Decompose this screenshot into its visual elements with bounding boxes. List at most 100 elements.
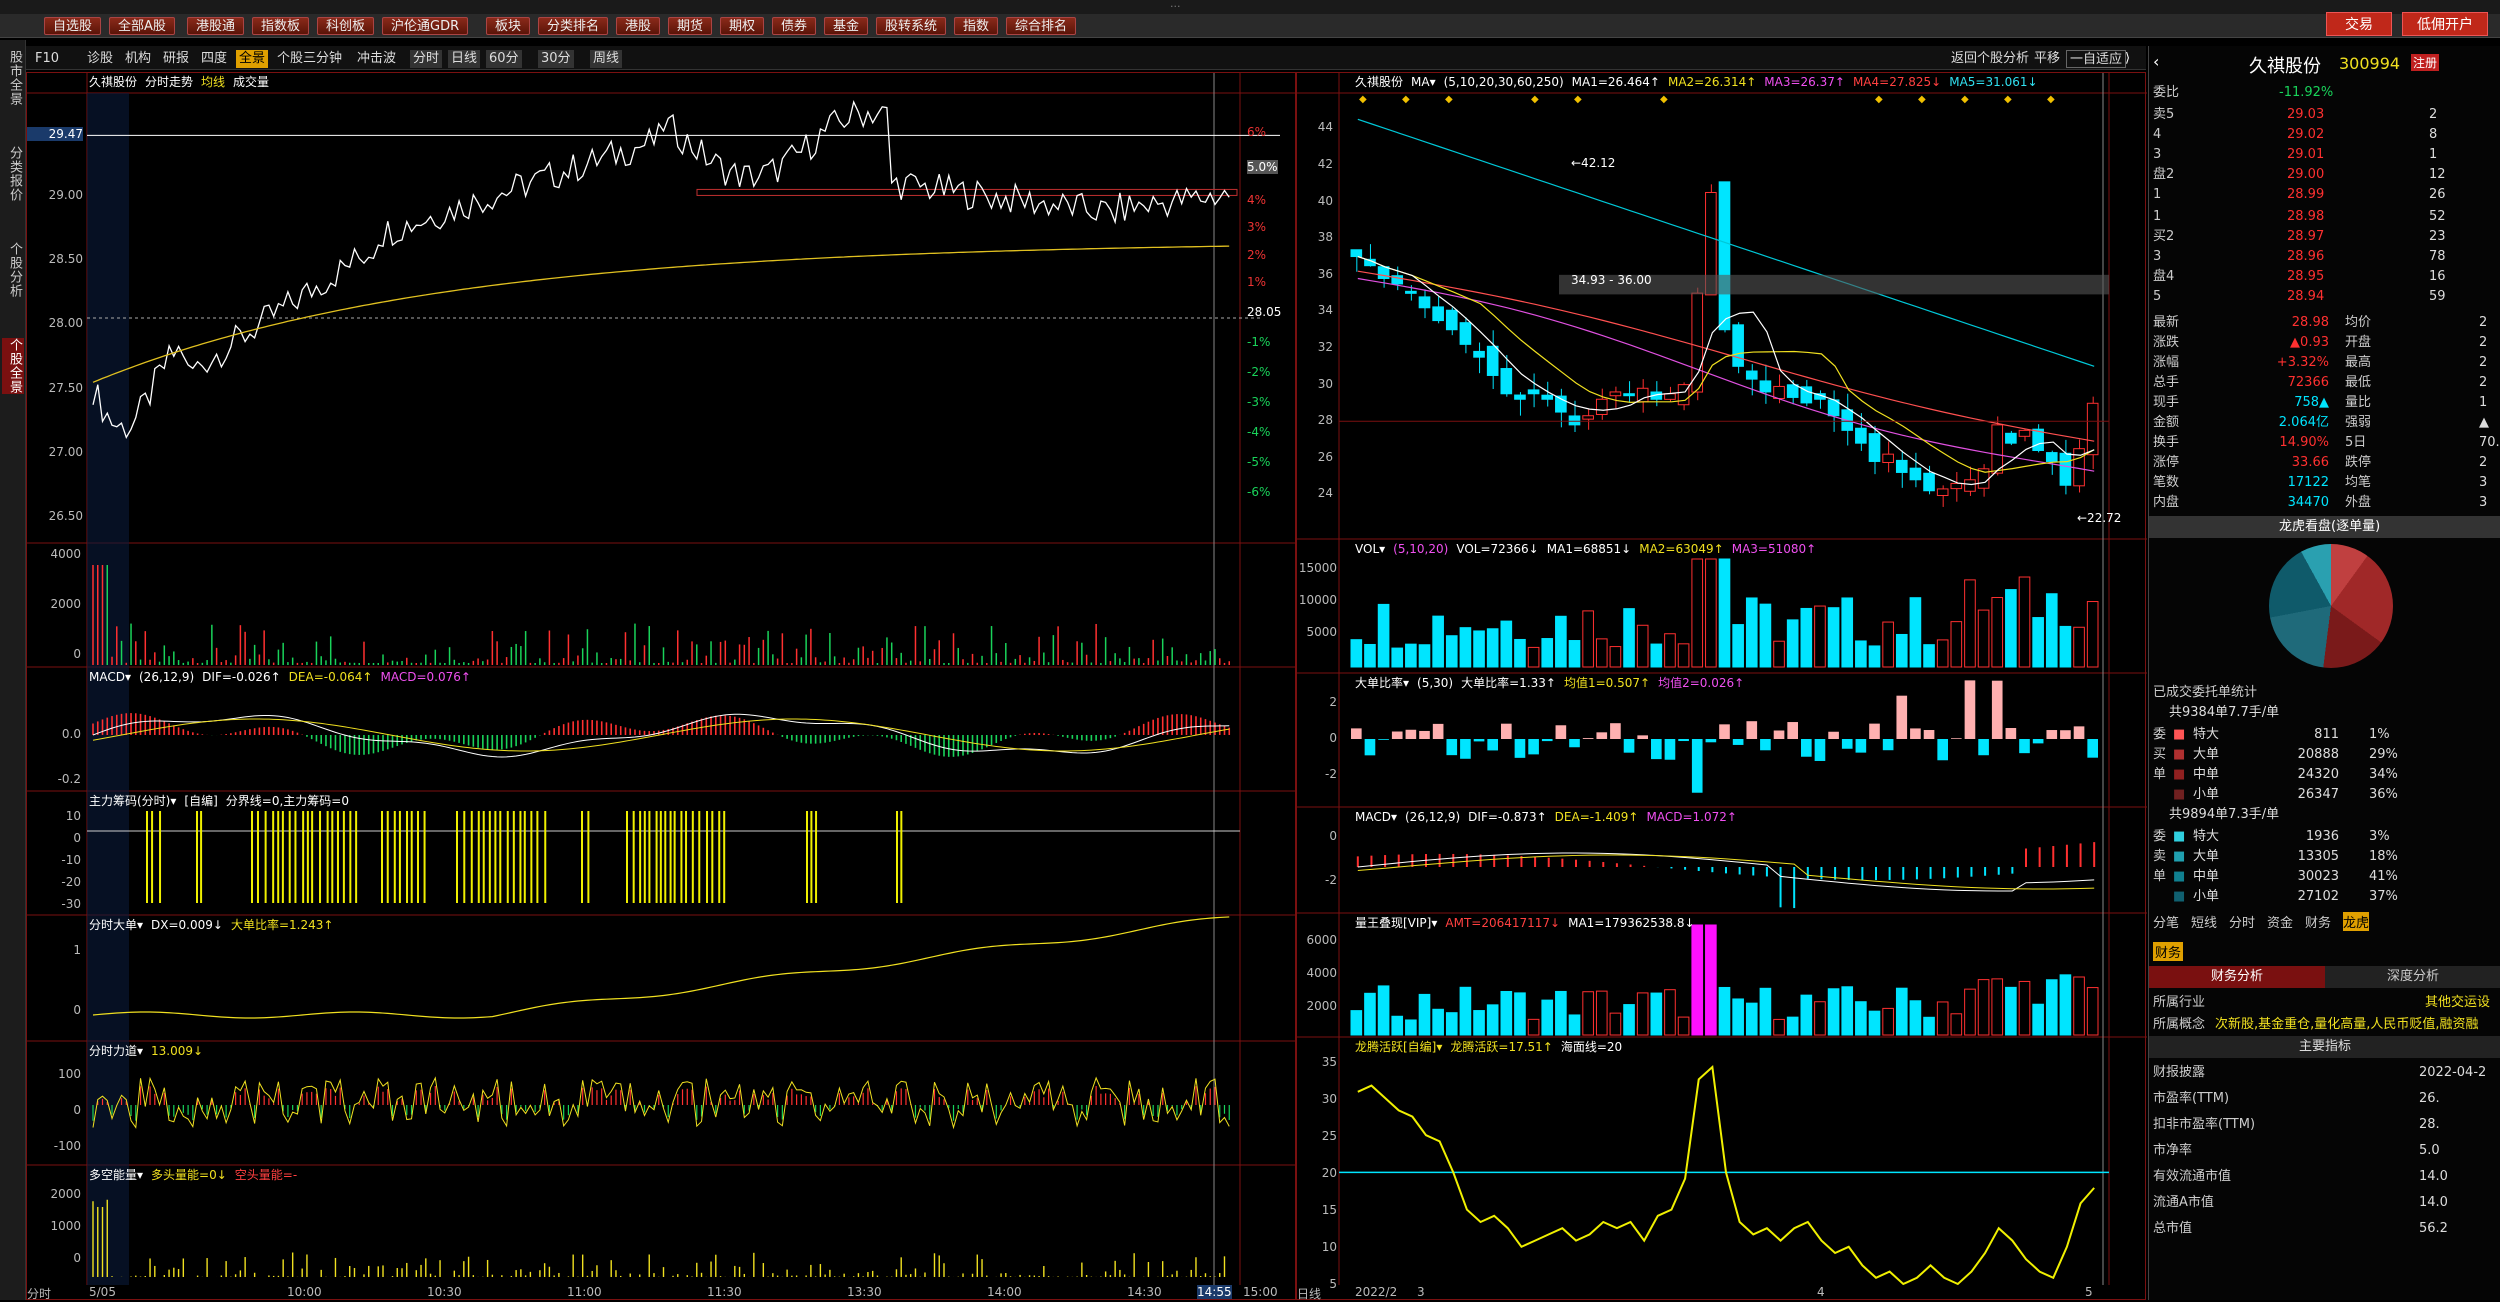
signal-icon: ◆ bbox=[2004, 94, 2012, 105]
k-vol-bar bbox=[1623, 608, 1635, 668]
stock-code: 300994 bbox=[2339, 54, 2401, 73]
menu-item-3[interactable]: 指数板 bbox=[252, 17, 310, 35]
menu-item-0[interactable]: 自选股 bbox=[44, 17, 102, 35]
toolbar-item-2[interactable]: 机构 bbox=[122, 50, 154, 68]
menu-item-2[interactable]: 港股通 bbox=[187, 17, 245, 35]
toolbar-item-4[interactable]: 四度 bbox=[198, 50, 230, 68]
collapse-icon[interactable]: ⟩ bbox=[2122, 50, 2133, 68]
stat-value: 72366 bbox=[2287, 375, 2329, 390]
candle-body bbox=[1541, 394, 1554, 400]
toolbar-item-7[interactable]: 冲击波 bbox=[354, 50, 399, 68]
candle-body bbox=[1636, 387, 1649, 403]
stat-label: 金额 bbox=[2153, 415, 2180, 430]
menu-item-12[interactable]: 基金 bbox=[824, 17, 869, 35]
buy-type: 中单 bbox=[2193, 767, 2220, 782]
auto-fit-select[interactable]: 一自适应 bbox=[2066, 50, 2127, 68]
trade-button[interactable]: 交易 bbox=[2326, 12, 2392, 36]
fin-subtab-1[interactable]: 深度分析 bbox=[2325, 966, 2500, 988]
fin-subtab-0[interactable]: 财务分析 bbox=[2149, 966, 2325, 988]
stat-label2: 5日 bbox=[2345, 435, 2367, 450]
k-lw-bar bbox=[1964, 988, 1976, 1036]
k-hi-label: ←42.12 bbox=[1571, 155, 1616, 170]
menu-item-13[interactable]: 股转系统 bbox=[876, 17, 947, 35]
candle-body bbox=[1964, 479, 1976, 492]
k-dbl-bar bbox=[2060, 730, 2071, 739]
toolbar-item-6[interactable]: 个股三分钟 bbox=[274, 50, 345, 68]
qtab-3[interactable]: 资金 bbox=[2267, 912, 2293, 931]
k-dbl-bar bbox=[1541, 739, 1553, 742]
period-1[interactable]: 日线 bbox=[448, 50, 481, 68]
stat-row: 金额 2.064亿 强弱 ▲ bbox=[2149, 412, 2500, 434]
menu-item-6[interactable]: 板块 bbox=[486, 17, 531, 35]
k-lw-bar bbox=[1773, 1018, 1785, 1036]
menu-item-1[interactable]: 全部A股 bbox=[109, 17, 175, 35]
flat-button[interactable]: 平移 bbox=[2031, 50, 2063, 68]
concept-value: 次新股,基金重仓,量化高量,人民币贬值,融资融 bbox=[2215, 1017, 2479, 1032]
back-to-analysis-button[interactable]: 返回个股分析 bbox=[1948, 50, 2032, 68]
stat-label: 现手 bbox=[2153, 395, 2180, 410]
fin-label: 市盈率(TTM) bbox=[2153, 1091, 2230, 1106]
sidebar-tab-0[interactable]: 股市全景 bbox=[2, 50, 24, 106]
period-3[interactable]: 30分 bbox=[538, 50, 574, 68]
fin-tab[interactable]: 财务 bbox=[2153, 942, 2184, 961]
period-2[interactable]: 60分 bbox=[486, 50, 522, 68]
back-icon[interactable]: ‹ bbox=[2153, 52, 2159, 71]
menu-item-15[interactable]: 综合排名 bbox=[1006, 17, 1077, 35]
menu-item-10[interactable]: 期权 bbox=[720, 17, 765, 35]
menu-item-8[interactable]: 港股 bbox=[616, 17, 661, 35]
qtab-5[interactable]: 龙虎 bbox=[2343, 912, 2370, 931]
time-tick: 11:00 bbox=[567, 1285, 602, 1299]
zl-tick: -10 bbox=[61, 853, 81, 867]
menu-item-4[interactable]: 科创板 bbox=[317, 17, 375, 35]
period-4[interactable]: 周线 bbox=[590, 50, 623, 68]
sell-type: 小单 bbox=[2193, 889, 2220, 904]
k-dbl-bar bbox=[1637, 735, 1648, 739]
menu-item-9[interactable]: 期货 bbox=[668, 17, 713, 35]
k-vol-bar bbox=[1786, 619, 1799, 668]
menu-item-5[interactable]: 沪伦通GDR bbox=[382, 17, 469, 35]
price-tick: 29.00 bbox=[48, 187, 83, 202]
toolbar-item-3[interactable]: 研报 bbox=[160, 50, 192, 68]
buy-pct: 36% bbox=[2369, 787, 2398, 802]
qtab-0[interactable]: 分笔 bbox=[2153, 912, 2179, 931]
toolbar-item-0[interactable]: F10 bbox=[32, 50, 62, 68]
ask-price: 29.02 bbox=[2287, 127, 2325, 142]
menu-item-14[interactable]: 指数 bbox=[954, 17, 999, 35]
sidebar-tab-3[interactable]: 个股全景 bbox=[2, 338, 24, 394]
k-dbl-bar bbox=[1814, 739, 1826, 761]
qtab-1[interactable]: 短线 bbox=[2191, 912, 2217, 931]
ask-vol: 26 bbox=[2429, 187, 2446, 202]
stat-row: 笔数 17122 均笔 3 bbox=[2149, 472, 2500, 494]
k-dbl-bar bbox=[1664, 739, 1676, 760]
k-dbl-bar bbox=[1801, 739, 1812, 757]
period-0[interactable]: 分时 bbox=[410, 50, 443, 68]
k-dbl-bar bbox=[1841, 739, 1853, 749]
open-account-button[interactable]: 低佣开户 bbox=[2402, 12, 2488, 36]
toolbar-item-5[interactable]: 全景 bbox=[236, 50, 269, 68]
menu-item-11[interactable]: 债券 bbox=[772, 17, 817, 35]
sell-pct: 3% bbox=[2369, 829, 2390, 844]
concept-row: 所属概念 次新股,基金重仓,量化高量,人民币贬值,融资融 bbox=[2149, 1014, 2500, 1036]
bid-row: 3 28.96 78 bbox=[2149, 246, 2500, 268]
key-label: 主要指标 bbox=[2299, 1039, 2352, 1054]
qtab-4[interactable]: 财务 bbox=[2305, 912, 2331, 931]
toolbar-item-1[interactable]: 诊股 bbox=[84, 50, 116, 68]
menu-item-7[interactable]: 分类排名 bbox=[538, 17, 609, 35]
pct-tick: 3% bbox=[1247, 220, 1267, 234]
sidebar-tab-2[interactable]: 个股分析 bbox=[2, 242, 24, 298]
k-lw-bar bbox=[2073, 976, 2085, 1036]
k-vol-bar bbox=[1773, 640, 1785, 668]
bid-row: 买2 28.97 23 bbox=[2149, 226, 2500, 248]
k-vol-bar bbox=[1595, 638, 1608, 668]
stat-label: 涨跌 bbox=[2153, 335, 2180, 350]
k-lw-bar bbox=[2018, 980, 2031, 1036]
sell-row: 卖 ■ 大单 13305 18% bbox=[2149, 846, 2500, 868]
time-tick: 11:30 bbox=[707, 1285, 742, 1299]
qtab-2[interactable]: 分时 bbox=[2229, 912, 2255, 931]
stat-label2: 量比 bbox=[2345, 395, 2372, 410]
sidebar-tab-1[interactable]: 分类报价 bbox=[2, 146, 24, 202]
signal-icon: ◆ bbox=[1918, 94, 1926, 105]
buy-type: 特大 bbox=[2193, 727, 2220, 742]
k-lw-bar bbox=[1650, 992, 1663, 1036]
candle-body bbox=[2018, 429, 2031, 437]
